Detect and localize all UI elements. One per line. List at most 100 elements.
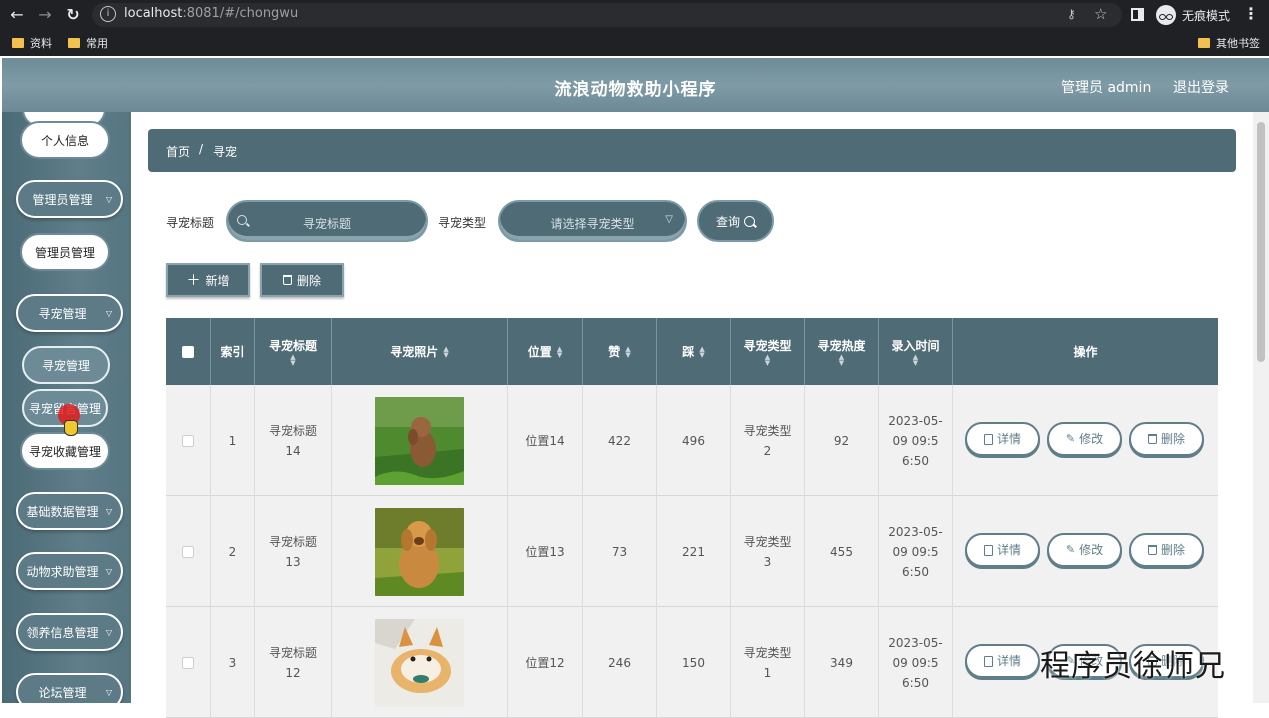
key-icon[interactable]: ⚷ <box>1067 7 1076 21</box>
column-header[interactable]: 寻宠照片 ▲ ▼ <box>332 318 508 385</box>
side-panel-icon[interactable] <box>1131 8 1144 21</box>
breadcrumb-separator: / <box>199 142 204 156</box>
sidebar-item-admin-manage[interactable]: 管理员管理 <box>20 233 110 271</box>
type-cell: 寻宠类型3 <box>731 496 805 607</box>
index-cell: 3 <box>211 607 255 718</box>
column-header[interactable]: 赞 ▲ ▼ <box>583 318 657 385</box>
breadcrumb-current: 寻宠 <box>213 145 238 159</box>
query-button[interactable]: 查询 <box>697 200 774 242</box>
detail-button[interactable]: 详情 <box>965 533 1040 567</box>
row-select-cell <box>166 385 211 496</box>
column-header[interactable]: 寻宠标题 ▲ ▼ <box>255 318 332 385</box>
table-header: 索引 寻宠标题 ▲ ▼ 寻宠照片 ▲ ▼ 位置 ▲ ▼ 赞 ▲ ▼ 踩 ▲ ▼ 寻宠类型 ▲ ▼ 寻宠热… <box>166 318 1218 385</box>
column-header[interactable]: 寻宠类型 ▲ ▼ <box>731 318 805 385</box>
back-arrow-icon[interactable]: ← <box>6 4 28 26</box>
row-delete-button[interactable]: 删除 <box>1129 422 1204 456</box>
title-search-input[interactable]: 寻宠标题 <box>226 200 428 242</box>
trash-icon <box>1147 545 1157 555</box>
table-row: 2 寻宠标题13 位置13 73 221 寻宠类型3 455 2023-05-0… <box>166 496 1218 607</box>
pet-photo[interactable] <box>375 396 464 485</box>
bookmark-star-icon[interactable]: ☆ <box>1094 5 1107 23</box>
heat-cell: 92 <box>805 385 879 496</box>
hand-cursor-icon <box>64 420 78 436</box>
reload-icon[interactable]: ↻ <box>62 4 84 26</box>
forward-arrow-icon[interactable]: → <box>34 4 56 26</box>
chevron-down-icon: ▽ <box>105 309 112 318</box>
address-bar[interactable]: i localhost:8081/#/chongwu ⚷ ☆ <box>92 3 1122 27</box>
type-filter-label: 寻宠类型 <box>438 216 487 230</box>
sort-icon[interactable]: ▲ ▼ <box>839 354 844 367</box>
detail-button[interactable]: 详情 <box>965 644 1040 678</box>
sort-icon[interactable]: ▲ ▼ <box>443 345 448 358</box>
column-header[interactable]: 踩 ▲ ▼ <box>657 318 731 385</box>
title-filter-label: 寻宠标题 <box>166 216 215 230</box>
photo-cell <box>332 385 508 496</box>
sidebar-menu-animal-help[interactable]: 动物求助管理 ▽ <box>16 552 123 590</box>
other-bookmarks-folder[interactable]: 其他书签 <box>1198 35 1260 51</box>
document-icon <box>983 655 993 667</box>
site-info-icon[interactable]: i <box>100 6 116 22</box>
row-checkbox[interactable] <box>182 656 194 669</box>
photo-cell <box>332 607 508 718</box>
sort-icon[interactable]: ▲ ▼ <box>290 354 295 367</box>
column-header[interactable]: 录入时间 ▲ ▼ <box>879 318 953 385</box>
page-scrollbar[interactable] <box>1253 112 1269 703</box>
column-header: 索引 <box>211 318 255 385</box>
sort-icon[interactable]: ▲ ▼ <box>625 345 630 358</box>
column-header[interactable]: 位置 ▲ ▼ <box>508 318 583 385</box>
pet-photo[interactable] <box>375 618 464 707</box>
pet-photo[interactable] <box>375 507 464 596</box>
logout-link[interactable]: 退出登录 <box>1173 77 1229 97</box>
chevron-down-icon: ▽ <box>105 195 112 204</box>
chevron-down-icon: ▽ <box>105 567 112 576</box>
browser-menu-icon[interactable]: ⋮ <box>1243 4 1259 23</box>
bookmark-folder[interactable]: 常用 <box>68 35 108 51</box>
document-icon <box>983 544 993 556</box>
dislikes-cell: 150 <box>657 607 731 718</box>
row-checkbox[interactable] <box>182 545 194 558</box>
title-cell: 寻宠标题13 <box>255 496 332 607</box>
document-icon <box>983 433 993 445</box>
row-checkbox[interactable] <box>182 434 194 447</box>
admin-label: 管理员 admin <box>1061 80 1152 96</box>
sidebar-menu-adoption[interactable]: 领养信息管理 ▽ <box>16 613 123 651</box>
time-cell: 2023-05-09 09:56:50 <box>879 385 953 496</box>
sidebar-item-pet-favorite-manage[interactable]: 寻宠收藏管理 <box>20 432 110 470</box>
batch-delete-button[interactable]: 删除 <box>260 263 344 297</box>
edit-button[interactable]: ✎ 修改 <box>1047 533 1122 567</box>
select-all-checkbox[interactable] <box>182 345 194 358</box>
sidebar-item-profile[interactable]: 个人信息 <box>20 121 110 159</box>
folder-icon <box>68 38 80 48</box>
sidebar-menu-basic-data[interactable]: 基础数据管理 ▽ <box>16 492 123 530</box>
sort-icon[interactable]: ▲ ▼ <box>913 354 918 367</box>
add-button[interactable]: ＋新增 <box>166 263 250 297</box>
incognito-label[interactable]: 无痕模式 <box>1182 7 1230 24</box>
bookmark-folder[interactable]: 资料 <box>12 35 52 51</box>
select-all-cell <box>166 318 211 385</box>
actions-cell: 详情 ✎ 修改 删除 <box>953 385 1218 496</box>
type-select[interactable]: 请选择寻宠类型 ▽ <box>498 200 687 242</box>
url-text: localhost:8081/#/chongwu <box>124 6 299 21</box>
location-cell: 位置12 <box>508 607 583 718</box>
column-header[interactable]: 寻宠热度 ▲ ▼ <box>805 318 879 385</box>
breadcrumb-home[interactable]: 首页 <box>166 143 190 160</box>
title-cell: 寻宠标题14 <box>255 385 332 496</box>
edit-button[interactable]: ✎ 修改 <box>1047 422 1122 456</box>
sort-icon[interactable]: ▲ ▼ <box>765 354 770 367</box>
sidebar-menu-admin[interactable]: 管理员管理 ▽ <box>16 180 123 218</box>
incognito-icon[interactable] <box>1156 5 1176 25</box>
row-delete-button[interactable]: 删除 <box>1129 533 1204 567</box>
heat-cell: 455 <box>805 496 879 607</box>
breadcrumb: 首页 / 寻宠 <box>148 129 1236 172</box>
sidebar-item-pet-search-manage[interactable]: 寻宠管理 <box>22 346 110 384</box>
trash-icon <box>282 275 292 285</box>
detail-button[interactable]: 详情 <box>965 422 1040 456</box>
type-cell: 寻宠类型2 <box>731 385 805 496</box>
sidebar-menu-forum[interactable]: 论坛管理 ▽ <box>16 673 123 703</box>
sort-icon[interactable]: ▲ ▼ <box>557 345 562 358</box>
scrollbar-thumb[interactable] <box>1257 122 1265 362</box>
type-cell: 寻宠类型1 <box>731 607 805 718</box>
sort-icon[interactable]: ▲ ▼ <box>699 345 704 358</box>
sidebar-menu-pet-search[interactable]: 寻宠管理 ▽ <box>16 294 123 332</box>
actions-cell: 详情 ✎ 修改 删除 <box>953 496 1218 607</box>
